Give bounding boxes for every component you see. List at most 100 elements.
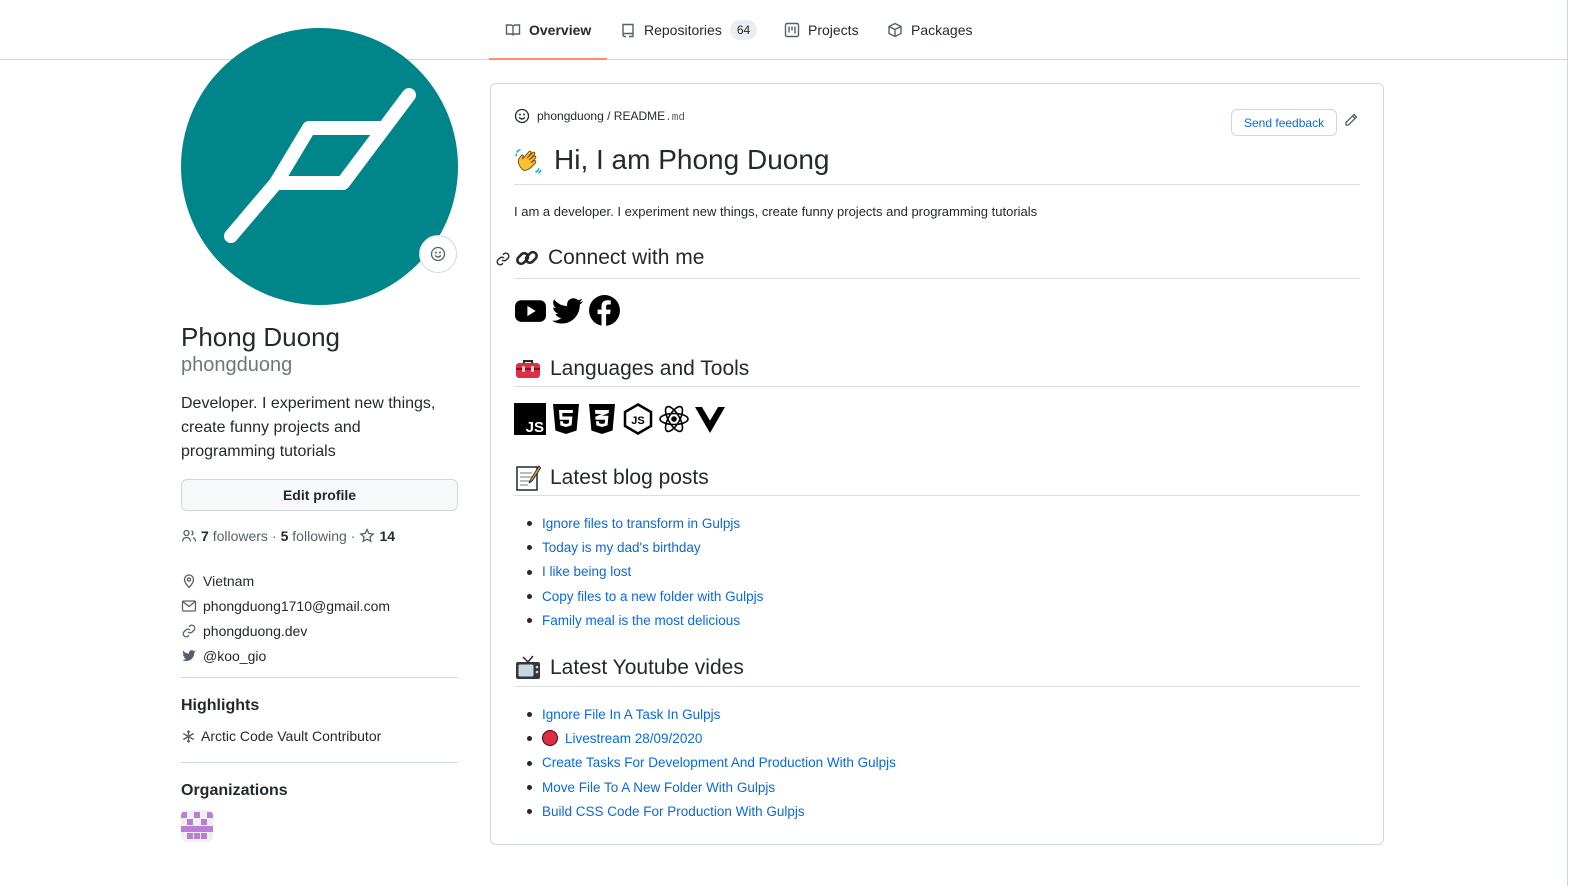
- blog-post-link[interactable]: Copy files to a new folder with Gulpjs: [542, 589, 763, 604]
- twitter-handle[interactable]: @koo_gio: [203, 648, 266, 664]
- heading-rule: [514, 495, 1360, 496]
- tab-packages[interactable]: Packages: [887, 0, 972, 59]
- tab-overview[interactable]: Overview: [488, 0, 608, 60]
- svg-text:JS: JS: [631, 415, 644, 427]
- tab-projects-label: Projects: [808, 21, 859, 38]
- heading-rule: [514, 184, 1360, 185]
- video-link[interactable]: Livestream 28/09/2020: [565, 731, 702, 746]
- repo-icon: [622, 23, 634, 37]
- website-item[interactable]: phongduong.dev: [181, 618, 390, 643]
- react-icon: [658, 403, 690, 435]
- connect-heading-text: Connect with me: [548, 246, 705, 269]
- list-item: Ignore files to transform in Gulpjs: [526, 511, 763, 535]
- send-feedback-button[interactable]: Send feedback: [1231, 109, 1338, 136]
- profile-sidebar: Phong Duong phongduong Developer. I expe…: [181, 28, 458, 842]
- pencil-icon: [1345, 113, 1358, 126]
- email-link[interactable]: phongduong1710@gmail.com: [203, 598, 390, 614]
- toolbox-icon: [516, 360, 540, 378]
- followers-label: followers: [212, 528, 268, 544]
- waving-hand-icon: [515, 148, 542, 174]
- organization-avatar[interactable]: [181, 810, 213, 842]
- tool-icons: JS JS: [514, 403, 726, 436]
- following-count: 5: [280, 528, 289, 544]
- path-separator: /: [607, 108, 611, 123]
- readme-path: phongduong / README.md: [514, 108, 685, 124]
- readme-filename: README: [613, 108, 666, 123]
- smiley-icon: [514, 108, 530, 124]
- edit-readme-button[interactable]: [1343, 112, 1361, 130]
- org-identicon-icon: [181, 810, 213, 842]
- video-link[interactable]: Move File To A New Folder With Gulpjs: [542, 780, 775, 795]
- readme-extension: .md: [665, 111, 685, 124]
- chain-link-icon: [516, 250, 538, 266]
- stars-count: 14: [379, 528, 396, 544]
- connect-heading: Connect with me: [514, 245, 704, 271]
- blog-post-link[interactable]: I like being lost: [542, 564, 631, 579]
- readme-heading: Hi, I am Phong Duong: [514, 144, 830, 176]
- avatar[interactable]: [181, 28, 458, 305]
- vuejs-icon: [694, 403, 726, 435]
- youtube-icon[interactable]: [514, 294, 547, 327]
- list-item: Ignore File In A Task In Gulpjs: [527, 702, 896, 726]
- tools-heading: Languages and Tools: [514, 355, 749, 383]
- video-link[interactable]: Create Tasks For Development And Product…: [542, 755, 896, 770]
- smiley-icon: [430, 246, 446, 262]
- javascript-icon: JS: [514, 403, 546, 436]
- tab-projects[interactable]: Projects: [784, 0, 859, 59]
- youtube-heading: Latest Youtube vides: [514, 654, 744, 682]
- blog-heading: Latest blog posts: [514, 464, 709, 492]
- stars-link[interactable]: 14: [359, 528, 395, 544]
- svg-text:JS: JS: [526, 419, 544, 435]
- facebook-icon[interactable]: [588, 294, 621, 327]
- website-link[interactable]: phongduong.dev: [203, 623, 307, 639]
- follow-stats: 7 followers · 5 following · 14: [181, 528, 395, 544]
- link-icon: [182, 624, 196, 637]
- divider: [181, 762, 458, 763]
- window-edge-divider: [1567, 0, 1568, 886]
- location-icon: [183, 573, 195, 588]
- red-circle-icon: [542, 730, 558, 747]
- people-icon: [181, 529, 197, 542]
- highlight-item[interactable]: Arctic Code Vault Contributor: [181, 728, 381, 744]
- repositories-count-badge: 64: [729, 19, 758, 40]
- section-anchor-link[interactable]: [495, 251, 511, 267]
- list-item: Move File To A New Folder With Gulpjs: [527, 775, 896, 799]
- star-icon: [359, 528, 376, 543]
- edit-profile-button[interactable]: Edit profile: [181, 479, 458, 511]
- organizations-heading: Organizations: [181, 782, 288, 799]
- social-links: [514, 294, 621, 327]
- snowflake-icon: [182, 729, 195, 743]
- location-item: Vietnam: [181, 568, 390, 593]
- twitter-icon: [182, 649, 196, 661]
- twitter-item[interactable]: @koo_gio: [181, 643, 390, 668]
- heading-rule: [514, 686, 1360, 687]
- video-list: Ignore File In A Task In Gulpjs Livestre…: [527, 702, 896, 823]
- blog-post-link[interactable]: Family meal is the most delicious: [542, 613, 740, 628]
- list-item: Build CSS Code For Production With Gulpj…: [527, 799, 896, 823]
- twitter-icon[interactable]: [551, 294, 584, 327]
- following-link[interactable]: 5 following: [281, 528, 347, 544]
- set-status-button[interactable]: [419, 235, 457, 273]
- video-link[interactable]: Ignore File In A Task In Gulpjs: [542, 707, 720, 722]
- nodejs-icon: JS: [622, 403, 654, 435]
- video-link[interactable]: Build CSS Code For Production With Gulpj…: [542, 804, 805, 819]
- readme-card: phongduong / README.md Send feedback Hi,…: [490, 83, 1384, 845]
- blog-post-link[interactable]: Ignore files to transform in Gulpjs: [542, 516, 740, 531]
- following-label: following: [292, 528, 347, 544]
- readme-intro: I am a developer. I experiment new thing…: [514, 204, 1038, 219]
- tab-repositories[interactable]: Repositories 64: [620, 0, 758, 59]
- list-item: I like being lost: [526, 560, 763, 584]
- youtube-heading-text: Latest Youtube vides: [550, 656, 744, 679]
- list-item: Create Tasks For Development And Product…: [527, 751, 896, 775]
- tab-repositories-label: Repositories: [644, 21, 722, 38]
- heading-rule: [514, 278, 1360, 279]
- highlights-heading: Highlights: [181, 697, 260, 714]
- list-item: Family meal is the most delicious: [526, 608, 763, 632]
- tab-overview-label: Overview: [529, 21, 592, 38]
- email-item[interactable]: phongduong1710@gmail.com: [181, 593, 390, 618]
- list-item: Copy files to a new folder with Gulpjs: [526, 584, 763, 608]
- blog-post-link[interactable]: Today is my dad's birthday: [542, 540, 701, 555]
- readme-owner-link[interactable]: phongduong: [537, 109, 604, 123]
- heading-rule: [514, 386, 1360, 387]
- followers-link[interactable]: 7 followers: [201, 528, 268, 544]
